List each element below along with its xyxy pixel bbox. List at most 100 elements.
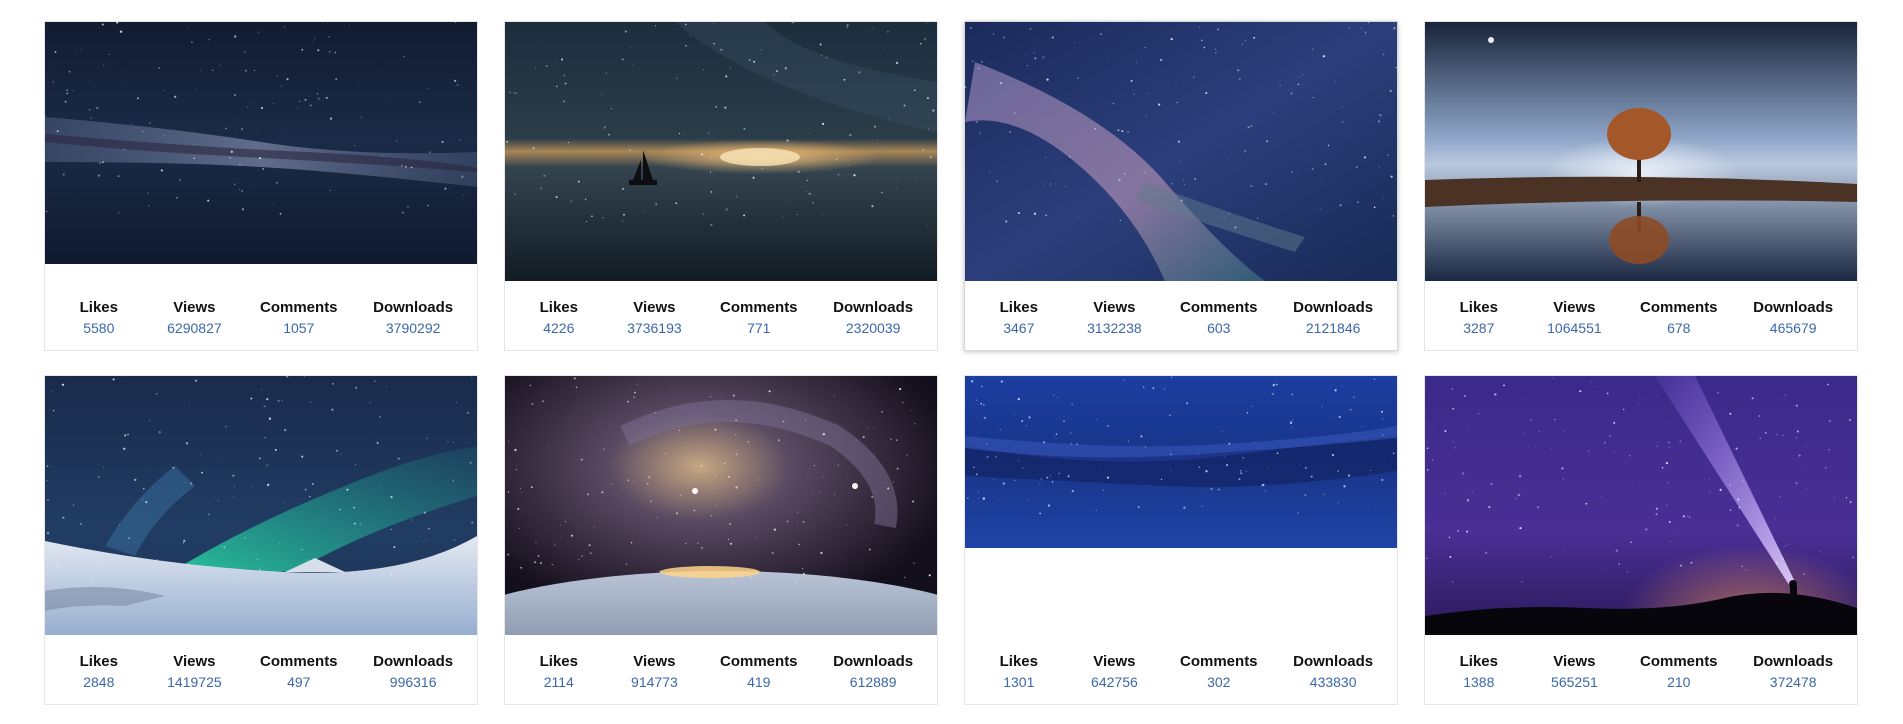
image-card[interactable]: Likes 3287 Views 1064551 Comments 678 Do… [1424, 21, 1858, 351]
planet-galaxy-space-image[interactable] [505, 376, 937, 635]
views-stat: Views 565251 [1544, 652, 1604, 692]
comments-count: 771 [747, 320, 771, 336]
comments-label: Comments [260, 299, 338, 316]
comments-stat: Comments 419 [720, 652, 798, 692]
likes-label: Likes [999, 653, 1038, 670]
views-label: Views [173, 299, 216, 316]
likes-label: Likes [79, 299, 118, 316]
likes-label: Likes [1459, 299, 1498, 316]
downloads-stat: Downloads 612889 [833, 652, 913, 692]
views-label: Views [173, 653, 216, 670]
downloads-stat: Downloads 2121846 [1293, 298, 1373, 338]
downloads-count: 3790292 [385, 320, 441, 336]
aurora-snow-landscape-image[interactable] [45, 376, 477, 635]
likes-count: 3467 [1003, 320, 1035, 336]
comments-stat: Comments 210 [1640, 652, 1718, 692]
comments-count: 603 [1207, 320, 1231, 336]
downloads-stat: Downloads 465679 [1753, 298, 1833, 338]
downloads-count: 2121846 [1305, 320, 1361, 336]
image-card[interactable]: Likes 5580 Views 6290827 Comments 1057 D… [44, 21, 478, 351]
likes-stat: Likes 5580 [69, 298, 129, 338]
likes-count: 4226 [543, 320, 575, 336]
downloads-label: Downloads [1753, 299, 1834, 316]
comments-stat: Comments 302 [1180, 652, 1258, 692]
comments-count: 210 [1667, 674, 1691, 690]
downloads-label: Downloads [833, 653, 914, 670]
views-label: Views [1553, 299, 1596, 316]
views-stat: Views 6290827 [164, 298, 224, 338]
comments-count: 497 [287, 674, 311, 690]
image-card[interactable]: Likes 3467 Views 3132238 Comments 603 Do… [964, 21, 1398, 351]
downloads-label: Downloads [833, 299, 914, 316]
comments-stat: Comments 1057 [260, 298, 338, 338]
downloads-label: Downloads [1293, 653, 1374, 670]
comments-stat: Comments 771 [720, 298, 798, 338]
comments-label: Comments [1640, 653, 1718, 670]
likes-stat: Likes 4226 [529, 298, 589, 338]
sailboat-night-reflection-image[interactable] [505, 22, 937, 281]
likes-label: Likes [1459, 653, 1498, 670]
downloads-label: Downloads [1293, 299, 1374, 316]
downloads-stat: Downloads 433830 [1293, 652, 1373, 692]
views-count: 6290827 [167, 320, 222, 336]
views-stat: Views 642756 [1084, 652, 1144, 692]
views-stat: Views 1419725 [164, 652, 224, 692]
views-count: 914773 [631, 674, 678, 690]
views-count: 565251 [1551, 674, 1598, 690]
views-count: 3132238 [1087, 320, 1142, 336]
downloads-stat: Downloads 3790292 [373, 298, 453, 338]
comments-label: Comments [720, 653, 798, 670]
likes-label: Likes [79, 653, 118, 670]
downloads-label: Downloads [1753, 653, 1834, 670]
comments-count: 1057 [283, 320, 315, 336]
comments-count: 678 [1667, 320, 1691, 336]
image-stats: Likes 3467 Views 3132238 Comments 603 Do… [965, 298, 1397, 338]
likes-count: 1388 [1463, 674, 1495, 690]
comments-label: Comments [1180, 299, 1258, 316]
image-stats: Likes 2848 Views 1419725 Comments 497 Do… [45, 652, 477, 692]
lone-tree-lake-reflection-image[interactable] [1425, 22, 1857, 281]
views-label: Views [633, 299, 676, 316]
comments-stat: Comments 678 [1640, 298, 1718, 338]
blue-starfield-image[interactable] [965, 376, 1397, 548]
likes-stat: Likes 2848 [69, 652, 129, 692]
image-card[interactable]: Likes 2114 Views 914773 Comments 419 Dow… [504, 375, 938, 705]
downloads-label: Downloads [373, 299, 454, 316]
likes-stat: Likes 2114 [529, 652, 589, 692]
image-card[interactable]: Likes 1388 Views 565251 Comments 210 Dow… [1424, 375, 1858, 705]
views-label: Views [1553, 653, 1596, 670]
likes-stat: Likes 1301 [989, 652, 1049, 692]
views-stat: Views 914773 [624, 652, 684, 692]
milky-way-panorama-image[interactable] [45, 22, 477, 264]
milky-way-galaxy-core-image[interactable] [965, 22, 1397, 281]
views-stat: Views 1064551 [1544, 298, 1604, 338]
image-stats: Likes 1388 Views 565251 Comments 210 Dow… [1425, 652, 1857, 692]
views-label: Views [633, 653, 676, 670]
comments-label: Comments [260, 653, 338, 670]
likes-count: 5580 [83, 320, 115, 336]
comments-count: 419 [747, 674, 771, 690]
image-stats: Likes 1301 Views 642756 Comments 302 Dow… [965, 652, 1397, 692]
views-stat: Views 3736193 [624, 298, 684, 338]
likes-stat: Likes 3467 [989, 298, 1049, 338]
likes-stat: Likes 1388 [1449, 652, 1509, 692]
flashlight-beam-night-sky-image[interactable] [1425, 376, 1857, 635]
image-card[interactable]: Likes 2848 Views 1419725 Comments 497 Do… [44, 375, 478, 705]
comments-stat: Comments 603 [1180, 298, 1258, 338]
views-count: 642756 [1091, 674, 1138, 690]
image-card[interactable]: Likes 4226 Views 3736193 Comments 771 Do… [504, 21, 938, 351]
image-gallery: Likes 5580 Views 6290827 Comments 1057 D… [44, 21, 1858, 705]
likes-label: Likes [539, 653, 578, 670]
image-stats: Likes 4226 Views 3736193 Comments 771 Do… [505, 298, 937, 338]
likes-count: 2848 [83, 674, 115, 690]
views-count: 1064551 [1547, 320, 1602, 336]
image-stats: Likes 3287 Views 1064551 Comments 678 Do… [1425, 298, 1857, 338]
views-count: 3736193 [627, 320, 682, 336]
views-label: Views [1093, 299, 1136, 316]
downloads-stat: Downloads 2320039 [833, 298, 913, 338]
likes-count: 1301 [1003, 674, 1035, 690]
downloads-count: 465679 [1769, 320, 1817, 336]
comments-stat: Comments 497 [260, 652, 338, 692]
image-card[interactable]: Likes 1301 Views 642756 Comments 302 Dow… [964, 375, 1398, 705]
likes-count: 3287 [1463, 320, 1495, 336]
